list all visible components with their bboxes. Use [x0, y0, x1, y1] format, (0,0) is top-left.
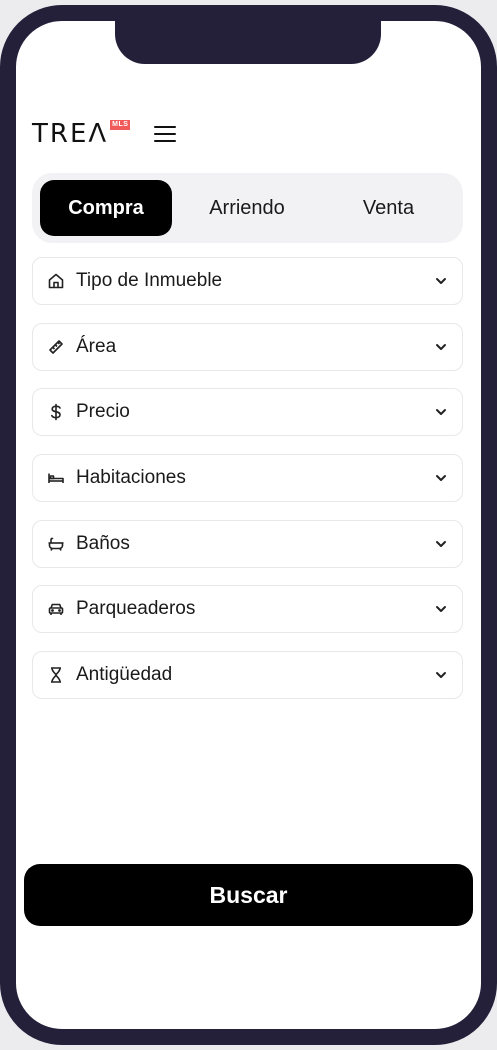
phone-notch [115, 21, 381, 64]
ruler-icon [47, 338, 65, 356]
logo-text: TREΛ [32, 119, 109, 149]
logo-badge: MLS [110, 120, 131, 130]
bed-icon [47, 469, 65, 487]
logo[interactable]: TREΛ MLS [32, 119, 131, 149]
app-header: TREΛ MLS [32, 117, 177, 151]
filter-label: Baños [76, 532, 130, 554]
filter-parqueaderos[interactable]: Parqueaderos [32, 585, 463, 634]
filter-label: Área [76, 335, 117, 357]
filter-label: Antigüedad [76, 664, 173, 686]
filter-banos[interactable]: Baños [32, 519, 463, 568]
dollar-icon [47, 403, 65, 421]
filter-habitaciones[interactable]: Habitaciones [32, 454, 463, 503]
filter-label: Tipo de Inmueble [76, 270, 223, 291]
filter-list: Tipo de Inmueble Área Precio Habitacione… [32, 257, 463, 717]
chevron-down-icon [434, 602, 448, 616]
filter-label: Parqueaderos [76, 598, 196, 620]
hamburger-menu-icon[interactable] [154, 126, 177, 142]
filter-antiguedad[interactable]: Antigüedad [32, 651, 463, 700]
phone-frame: TREΛ MLS Compra Arriendo Venta Tipo de I… [0, 5, 497, 1045]
chevron-down-icon [434, 274, 448, 288]
tab-compra[interactable]: Compra [40, 180, 172, 236]
home-icon [47, 272, 65, 290]
car-icon [47, 600, 65, 618]
filter-label: Precio [76, 401, 130, 423]
chevron-down-icon [434, 405, 448, 419]
chevron-down-icon [434, 668, 448, 682]
search-button[interactable]: Buscar [24, 864, 473, 926]
filter-tipo-inmueble[interactable]: Tipo de Inmueble [32, 257, 463, 305]
tab-venta[interactable]: Venta [322, 180, 455, 236]
filter-precio[interactable]: Precio [32, 388, 463, 437]
chevron-down-icon [434, 471, 448, 485]
tab-arriendo[interactable]: Arriendo [172, 180, 322, 236]
filter-area[interactable]: Área [32, 322, 463, 371]
operation-tabs: Compra Arriendo Venta [32, 173, 463, 243]
chevron-down-icon [434, 340, 448, 354]
bathtub-icon [47, 535, 65, 553]
hourglass-icon [47, 666, 65, 684]
filter-label: Habitaciones [76, 467, 186, 489]
chevron-down-icon [434, 537, 448, 551]
